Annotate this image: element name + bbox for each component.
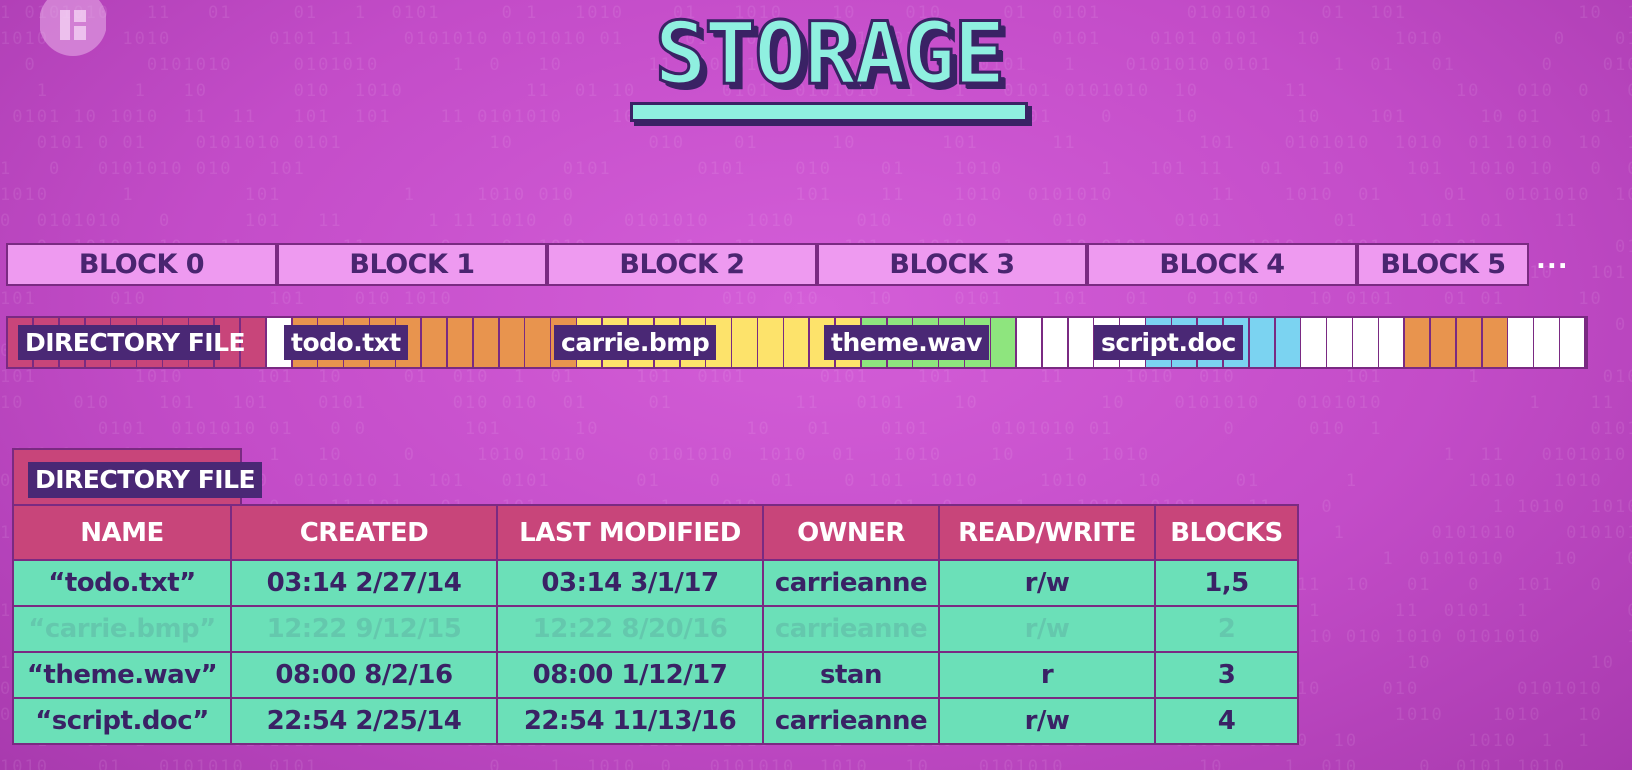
faded-text: “carrie.bmp” [28,614,216,644]
table-row: “script.doc” 22:54 2/25/14 22:54 11/13/1… [12,697,1299,745]
table-row: “todo.txt” 03:14 2/27/14 03:14 3/1/17 ca… [12,559,1299,607]
column-header-name: NAME [12,504,232,561]
cell-owner: carrieanne [762,605,940,653]
empty-storage-cell [1016,318,1044,367]
carrie-storage-cell [732,318,759,367]
cell-blocks: 4 [1154,697,1299,745]
cell-last-modified: 03:14 3/1/17 [496,559,764,607]
cell-owner: carrieanne [762,697,940,745]
table-row: “theme.wav” 08:00 8/2/16 08:00 1/12/17 s… [12,651,1299,699]
block-0-header: BLOCK 0 [6,243,277,286]
table-header-row: NAME CREATED LAST MODIFIED OWNER READ/WR… [12,504,1299,561]
cell-blocks: 2 [1154,605,1299,653]
cell-owner: carrieanne [762,559,940,607]
script-storage-cell [1249,318,1277,367]
block-header-row: BLOCK 0 BLOCK 1 BLOCK 2 BLOCK 3 BLOCK 4 … [6,243,1588,286]
block-2-header: BLOCK 2 [547,243,817,286]
cell-created: 03:14 2/27/14 [230,559,498,607]
todo-storage-cell [1430,318,1458,367]
column-header-created: CREATED [230,504,498,561]
theme-file-label: theme.wav [824,325,989,360]
logo-icon [40,0,106,56]
title-underline [630,102,1028,122]
cell-last-modified: 08:00 1/12/17 [496,651,764,699]
column-header-blocks: BLOCKS [1154,504,1299,561]
storage-strip: DIRECTORY FILE todo.txt carrie.bmp theme… [6,316,1588,369]
directory-file-tag-box: DIRECTORY FILE [12,448,263,506]
faded-text: r/w [1024,614,1070,644]
todo-storage-cell [525,318,552,367]
todo-storage-cell [1404,318,1432,367]
table-row: “carrie.bmp” 12:22 9/12/15 12:22 8/20/16… [12,605,1299,653]
empty-storage-cell [1508,318,1535,367]
cell-last-modified: 22:54 11/13/16 [496,697,764,745]
directory-file-tag: DIRECTORY FILE [28,462,263,498]
todo-storage-cell [421,318,449,367]
cell-read-write: r/w [938,559,1156,607]
todo-storage-cell [473,318,500,367]
cell-owner: stan [762,651,940,699]
carrie-storage-cell [758,318,785,367]
empty-storage-cell [1327,318,1354,367]
todo-storage-cell [499,318,526,367]
cell-created: 12:22 9/12/15 [230,605,498,653]
empty-storage-cell [1379,318,1406,367]
cell-created: 22:54 2/25/14 [230,697,498,745]
empty-storage-cell [1068,318,1095,367]
todo-storage-cell [1456,318,1483,367]
cell-created: 08:00 8/2/16 [230,651,498,699]
column-header-last-modified: LAST MODIFIED [496,504,764,561]
cell-name: “script.doc” [12,697,232,745]
faded-text: 12:22 8/20/16 [532,614,728,644]
column-header-owner: OWNER [762,504,940,561]
script-file-label: script.doc [1094,325,1243,360]
directory-file-table: NAME CREATED LAST MODIFIED OWNER READ/WR… [12,504,1299,745]
faded-text: 12:22 9/12/15 [266,614,462,644]
cell-read-write: r [938,651,1156,699]
empty-storage-cell [1353,318,1380,367]
page-title: STORAGE [653,4,1006,104]
carrie-file-label: carrie.bmp [554,325,717,360]
cell-name: “theme.wav” [12,651,232,699]
todo-storage-cell [447,318,475,367]
cell-blocks: 1,5 [1154,559,1299,607]
strip-ellipsis: ... [1536,322,1569,352]
cell-read-write: r/w [938,697,1156,745]
faded-text: 2 [1217,614,1236,644]
script-storage-cell [1275,318,1302,367]
directory-file-label: DIRECTORY FILE [18,325,246,360]
block-4-header: BLOCK 4 [1087,243,1357,286]
cell-read-write: r/w [938,605,1156,653]
block-row-ellipsis: ... [1536,245,1569,275]
empty-storage-cell [1301,318,1328,367]
todo-storage-cell [1482,318,1509,367]
theme-storage-cell [991,318,1018,367]
block-3-header: BLOCK 3 [817,243,1087,286]
todo-file-label: todo.txt [284,325,408,360]
empty-storage-cell [1042,318,1070,367]
cell-blocks: 3 [1154,651,1299,699]
column-header-read-write: READ/WRITE [938,504,1156,561]
cell-name: “carrie.bmp” [12,605,232,653]
cell-name: “todo.txt” [12,559,232,607]
faded-text: carrieanne [774,614,928,644]
carrie-storage-cell [784,318,811,367]
block-1-header: BLOCK 1 [277,243,547,286]
cell-last-modified: 12:22 8/20/16 [496,605,764,653]
block-5-header: BLOCK 5 [1357,243,1529,286]
